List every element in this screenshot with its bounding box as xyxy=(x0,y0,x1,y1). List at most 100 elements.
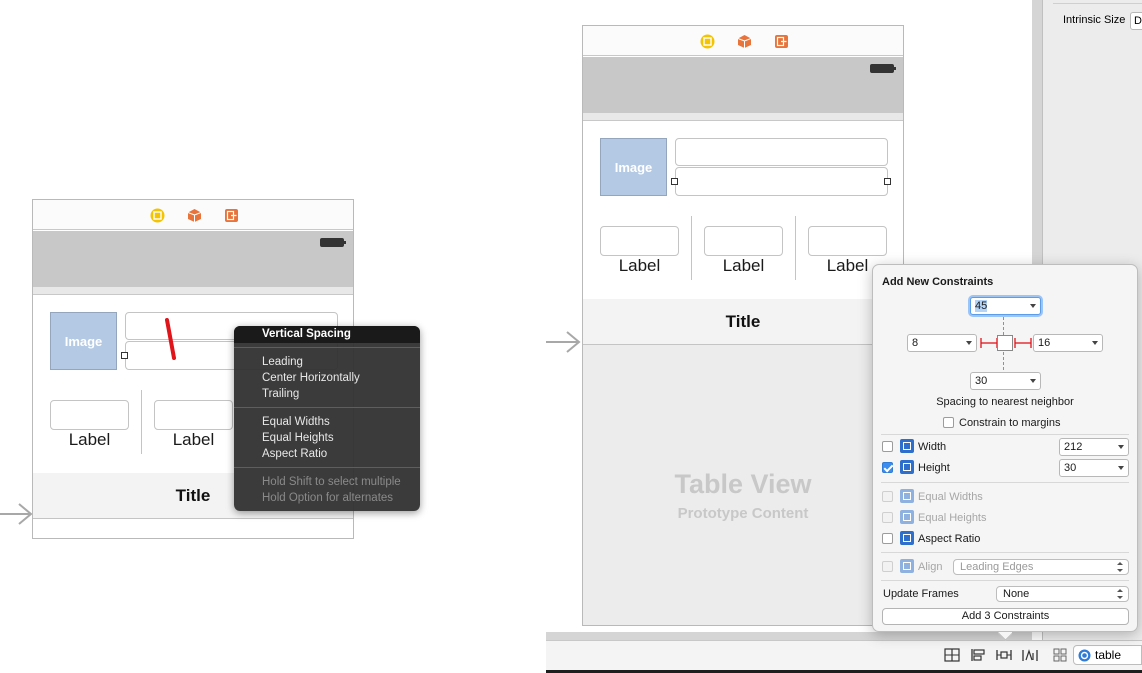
stack-separator xyxy=(141,390,142,454)
update-frames-popup[interactable]: None xyxy=(996,586,1129,602)
resize-handle[interactable] xyxy=(121,352,128,359)
equal-widths-checkbox[interactable] xyxy=(882,491,893,502)
label-box-2[interactable] xyxy=(154,400,233,430)
intrinsic-size-popup[interactable]: D xyxy=(1130,12,1142,30)
menu-separator xyxy=(234,467,420,468)
table-view[interactable]: Table View Prototype Content xyxy=(583,345,903,625)
view-controller-icon[interactable] xyxy=(700,34,715,49)
menu-item-center-horizontally[interactable]: Center Horizontally xyxy=(262,370,360,386)
equal-widths-icon xyxy=(900,489,914,503)
title-label[interactable]: Title xyxy=(176,486,211,505)
top-spacing-strut[interactable] xyxy=(1003,317,1009,335)
stack-icon[interactable] xyxy=(944,648,960,662)
width-label: Width xyxy=(918,441,947,453)
table-view-title: Table View xyxy=(674,469,812,499)
image-view[interactable]: Image xyxy=(600,138,667,196)
align-label: Align xyxy=(918,561,943,573)
battery-icon xyxy=(870,64,896,73)
top-spacing-field[interactable]: 45 xyxy=(970,297,1041,315)
popover-separator xyxy=(881,434,1129,435)
label-1[interactable]: Label xyxy=(600,256,679,276)
header-divider xyxy=(583,113,903,121)
scene-dock xyxy=(33,200,353,230)
first-responder-icon[interactable] xyxy=(737,34,752,49)
initial-view-controller-arrow xyxy=(0,503,34,525)
filter-field[interactable]: table xyxy=(1073,645,1142,665)
equal-heights-icon xyxy=(900,510,914,524)
width-value-field[interactable]: 212 xyxy=(1059,438,1129,456)
trailing-spacing-field[interactable]: 16 xyxy=(1033,334,1103,352)
title-row: Title xyxy=(583,299,903,345)
popover-separator xyxy=(881,552,1129,553)
height-value-field[interactable]: 30 xyxy=(1059,459,1129,477)
menu-item-vertical-spacing[interactable]: Vertical Spacing xyxy=(262,326,351,342)
title-label[interactable]: Title xyxy=(726,312,761,331)
label-box-1[interactable] xyxy=(600,226,679,256)
constraint-context-menu[interactable]: Vertical Spacing Leading Center Horizont… xyxy=(234,326,420,511)
popover-separator xyxy=(881,482,1129,483)
align-checkbox[interactable] xyxy=(882,561,893,572)
label-1[interactable]: Label xyxy=(50,430,129,450)
bottom-spacing-field[interactable]: 30 xyxy=(970,372,1041,390)
pin-constraints-icon[interactable] xyxy=(996,648,1012,662)
horizontal-scrollbar[interactable] xyxy=(546,632,1032,640)
height-constraint-icon xyxy=(900,460,914,474)
spacing-caption: Spacing to nearest neighbor xyxy=(936,396,1074,408)
leading-spacing-strut[interactable] xyxy=(980,338,998,348)
align-popup[interactable]: Leading Edges xyxy=(953,559,1129,575)
label-2[interactable]: Label xyxy=(154,430,233,450)
constrain-to-margins-label: Constrain to margins xyxy=(959,417,1061,429)
scene-dock xyxy=(583,26,903,56)
label-2[interactable]: Label xyxy=(704,256,783,276)
menu-separator xyxy=(234,347,420,348)
label-box-1[interactable] xyxy=(50,400,129,430)
resize-handle-left[interactable] xyxy=(671,178,678,185)
add-constraints-button[interactable]: Add 3 Constraints xyxy=(882,608,1129,625)
menu-item-equal-heights[interactable]: Equal Heights xyxy=(262,430,334,446)
width-constraint-icon xyxy=(900,439,914,453)
exit-icon[interactable] xyxy=(774,34,789,49)
exit-icon[interactable] xyxy=(224,208,239,223)
image-view-label: Image xyxy=(614,159,653,175)
bottom-spacing-strut[interactable] xyxy=(1003,352,1009,370)
resize-handle-right[interactable] xyxy=(884,178,891,185)
aspect-ratio-checkbox[interactable] xyxy=(882,533,893,544)
add-constraints-popover[interactable]: Add New Constraints 45 8 16 30 Spacing t… xyxy=(872,264,1138,632)
constraint-drag-line xyxy=(163,318,179,362)
right-view-controller-scene[interactable]: Image Label Label Label Title Table View… xyxy=(582,25,904,626)
view-controller-icon[interactable] xyxy=(150,208,165,223)
menu-item-equal-widths[interactable]: Equal Widths xyxy=(262,414,330,430)
constrain-to-margins-checkbox[interactable] xyxy=(943,417,954,428)
trailing-spacing-strut[interactable] xyxy=(1014,338,1032,348)
align-icon xyxy=(900,559,914,573)
menu-hint-shift: Hold Shift to select multiple xyxy=(262,476,401,488)
first-responder-icon[interactable] xyxy=(187,208,202,223)
leading-spacing-field[interactable]: 8 xyxy=(907,334,977,352)
menu-item-aspect-ratio[interactable]: Aspect Ratio xyxy=(262,446,327,462)
initial-view-controller-arrow-right xyxy=(546,331,582,353)
update-frames-label: Update Frames xyxy=(883,588,959,600)
menu-separator xyxy=(234,407,420,408)
filter-icon xyxy=(1078,649,1091,662)
image-view[interactable]: Image xyxy=(50,312,117,370)
label-box-2[interactable] xyxy=(704,226,783,256)
width-checkbox[interactable] xyxy=(882,441,893,452)
stack-separator xyxy=(691,216,692,280)
equal-heights-checkbox[interactable] xyxy=(882,512,893,523)
menu-item-leading[interactable]: Leading xyxy=(262,354,303,370)
text-field-top[interactable] xyxy=(675,138,888,166)
aspect-ratio-label: Aspect Ratio xyxy=(918,533,981,545)
navigation-bar xyxy=(33,231,353,287)
image-view-label: Image xyxy=(64,333,103,349)
grid-view-icon[interactable] xyxy=(1052,648,1068,662)
menu-item-trailing[interactable]: Trailing xyxy=(262,386,299,402)
resolve-issues-icon[interactable] xyxy=(1022,648,1038,662)
height-label: Height xyxy=(918,462,950,474)
equal-heights-label: Equal Heights xyxy=(918,512,987,524)
align-icon[interactable] xyxy=(970,648,986,662)
height-checkbox[interactable] xyxy=(882,462,893,473)
text-field-selected[interactable] xyxy=(675,167,888,196)
table-view-subtitle: Prototype Content xyxy=(677,505,809,522)
label-box-3[interactable] xyxy=(808,226,887,256)
intrinsic-size-label: Intrinsic Size xyxy=(1063,14,1126,26)
